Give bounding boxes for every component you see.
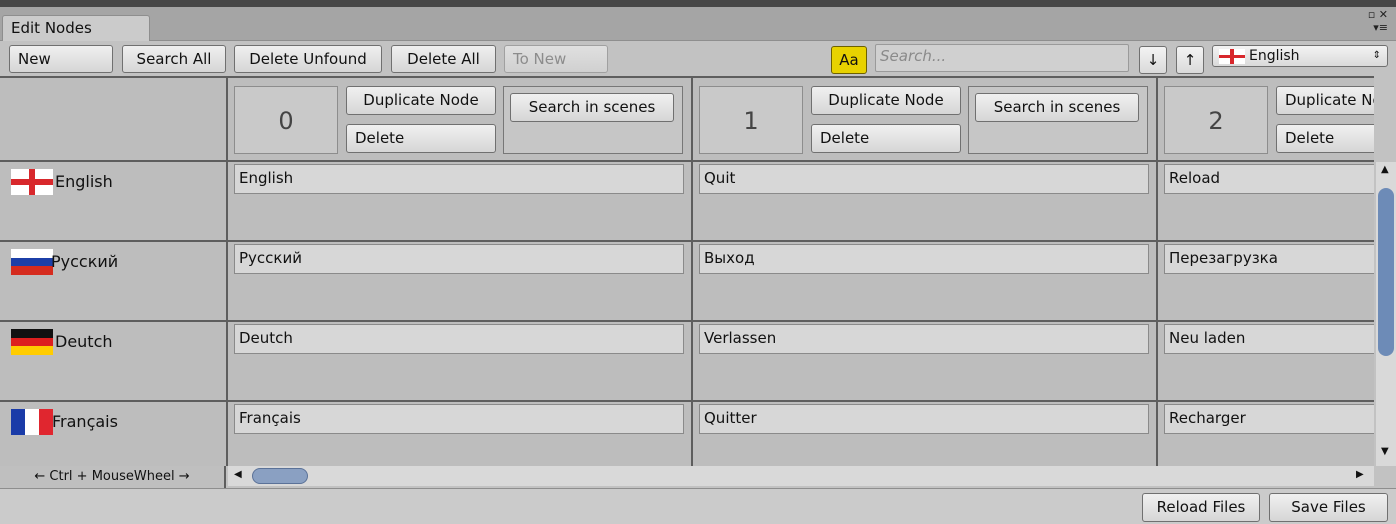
move-up-button[interactable]: ↑	[1176, 46, 1204, 74]
column-header: 2 Duplicate Node Delete	[1158, 76, 1374, 162]
translation-field[interactable]: English	[234, 164, 684, 194]
duplicate-node-button[interactable]: Duplicate Node	[1276, 86, 1374, 115]
translation-field[interactable]: Verlassen	[699, 324, 1149, 354]
delete-all-button[interactable]: Delete All	[391, 45, 496, 73]
search-group: Search in scenes	[503, 86, 683, 154]
translation-field[interactable]: Neu laden	[1164, 324, 1374, 354]
search-in-scenes-button[interactable]: Search in scenes	[975, 93, 1139, 122]
scroll-hint-label: ← Ctrl + MouseWheel →	[0, 466, 226, 488]
language-name: English	[55, 172, 113, 191]
translation-field[interactable]: Перезагрузка	[1164, 244, 1374, 274]
translation-cell: Verlassen	[693, 322, 1158, 402]
translation-cell: Reload	[1158, 162, 1374, 242]
translation-cell: Deutch	[228, 322, 693, 402]
maximize-close-icons[interactable]: ▫ ✕	[1368, 8, 1388, 21]
new-button[interactable]: New	[9, 45, 113, 73]
translation-cell: Français	[228, 402, 693, 466]
translation-field[interactable]: Русский	[234, 244, 684, 274]
translation-field[interactable]: Deutch	[234, 324, 684, 354]
nodes-grid: 0 Duplicate Node Delete Search in scenes…	[0, 76, 1374, 466]
translation-cell: English	[228, 162, 693, 242]
england-flag-icon	[1219, 49, 1245, 64]
delete-node-button[interactable]: Delete	[346, 124, 496, 153]
translation-cell: Recharger	[1158, 402, 1374, 466]
scroll-up-arrow-icon[interactable]: ▲	[1381, 164, 1389, 175]
language-name: Français	[52, 412, 118, 431]
delete-unfound-button[interactable]: Delete Unfound	[234, 45, 382, 73]
scroll-left-arrow-icon[interactable]: ◀	[234, 469, 242, 480]
language-row-header: Русский	[0, 242, 228, 322]
horizontal-scroll-thumb[interactable]	[252, 468, 308, 484]
column-number: 0	[234, 86, 338, 154]
scroll-down-arrow-icon[interactable]: ▼	[1381, 446, 1389, 457]
translation-cell: Quitter	[693, 402, 1158, 466]
column-header: 1 Duplicate Node Delete Search in scenes	[693, 76, 1158, 162]
language-row-header: English	[0, 162, 228, 242]
delete-node-button[interactable]: Delete	[1276, 124, 1374, 153]
column-header: 0 Duplicate Node Delete Search in scenes	[228, 76, 693, 162]
tab-bar	[0, 7, 1396, 41]
select-arrows-icon: ⇕	[1372, 50, 1381, 61]
column-number: 2	[1164, 86, 1268, 154]
language-row-header: Français	[0, 402, 228, 466]
language-select[interactable]: English ⇕	[1212, 45, 1388, 67]
language-name: Deutch	[55, 332, 113, 351]
france-flag-icon	[11, 409, 53, 435]
language-name: Русский	[51, 252, 119, 271]
to-new-button[interactable]: To New	[504, 45, 608, 73]
tab-edit-nodes[interactable]: Edit Nodes	[2, 15, 150, 41]
vertical-scroll-thumb[interactable]	[1378, 188, 1394, 356]
translation-cell: Выход	[693, 242, 1158, 322]
language-select-value: English	[1249, 48, 1300, 64]
translation-field[interactable]: Выход	[699, 244, 1149, 274]
translation-field[interactable]: Quit	[699, 164, 1149, 194]
language-row-header: Deutch	[0, 322, 228, 402]
translation-cell: Neu laden	[1158, 322, 1374, 402]
window-controls[interactable]: ▫ ✕ ▾≡	[1368, 8, 1388, 34]
scroll-right-arrow-icon[interactable]: ▶	[1356, 469, 1364, 480]
save-files-button[interactable]: Save Files	[1269, 493, 1388, 522]
move-down-button[interactable]: ↓	[1139, 46, 1167, 74]
column-number: 1	[699, 86, 803, 154]
translation-cell: Русский	[228, 242, 693, 322]
search-in-scenes-button[interactable]: Search in scenes	[510, 93, 674, 122]
russia-flag-icon	[11, 249, 53, 275]
translation-field[interactable]: Reload	[1164, 164, 1374, 194]
search-all-button[interactable]: Search All	[122, 45, 226, 73]
germany-flag-icon	[11, 329, 53, 355]
translation-cell: Перезагрузка	[1158, 242, 1374, 322]
england-flag-icon	[11, 169, 53, 195]
delete-node-button[interactable]: Delete	[811, 124, 961, 153]
corner-cell	[0, 76, 228, 162]
horizontal-scrollbar[interactable]: ◀ ▶	[228, 466, 1374, 486]
duplicate-node-button[interactable]: Duplicate Node	[811, 86, 961, 115]
search-input[interactable]: Search...	[875, 44, 1129, 72]
menu-icon[interactable]: ▾≡	[1368, 21, 1388, 34]
search-group: Search in scenes	[968, 86, 1148, 154]
duplicate-node-button[interactable]: Duplicate Node	[346, 86, 496, 115]
window-top-strip	[0, 0, 1396, 7]
match-case-toggle[interactable]: Aa	[831, 46, 867, 74]
translation-field[interactable]: Recharger	[1164, 404, 1374, 434]
reload-files-button[interactable]: Reload Files	[1142, 493, 1260, 522]
translation-field[interactable]: Quitter	[699, 404, 1149, 434]
translation-cell: Quit	[693, 162, 1158, 242]
translation-field[interactable]: Français	[234, 404, 684, 434]
